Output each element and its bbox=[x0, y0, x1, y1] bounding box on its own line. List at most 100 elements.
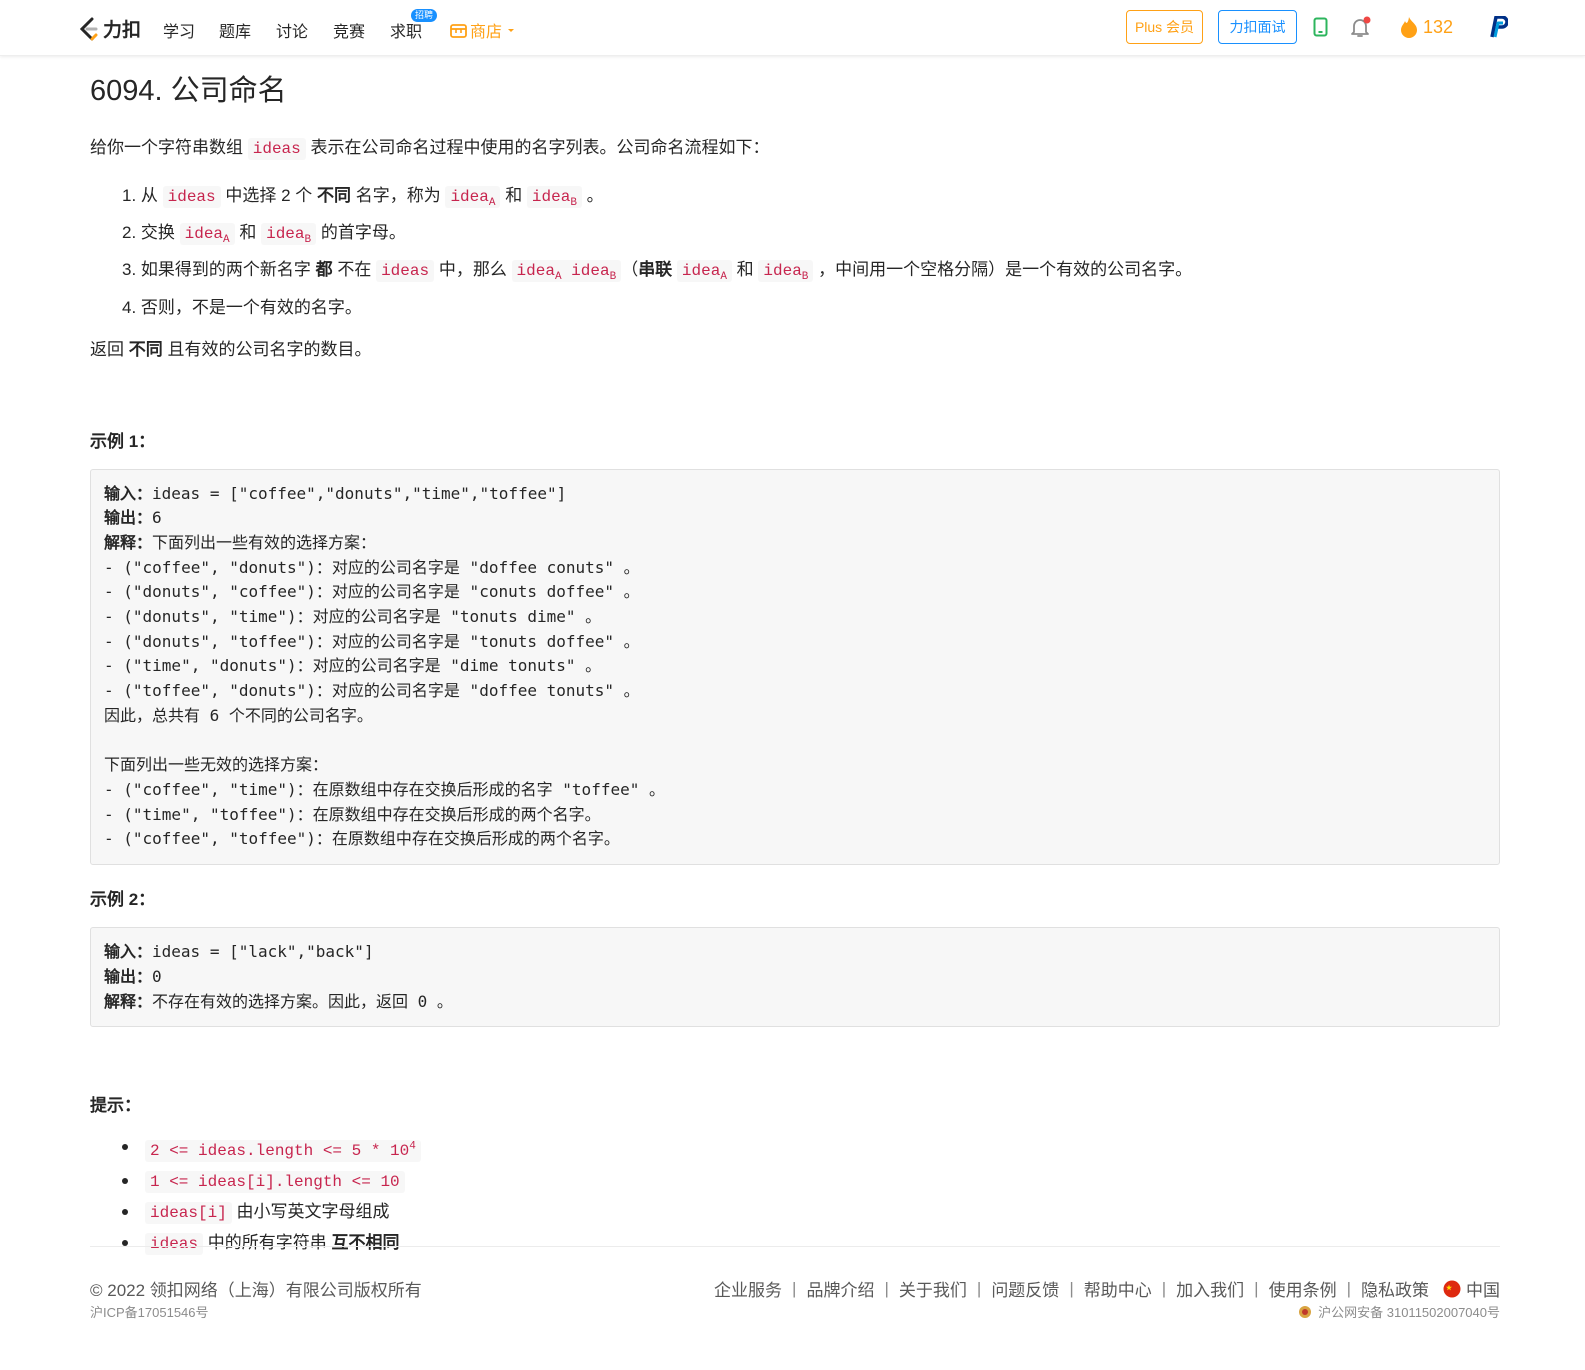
code-sub: A bbox=[720, 271, 727, 284]
leetcode-logo[interactable]: 力扣 bbox=[78, 15, 141, 42]
step-text: 。 bbox=[581, 186, 604, 205]
step-text: 2. 交换 bbox=[122, 223, 180, 243]
footer-link-brand[interactable]: 品牌介绍 bbox=[806, 1276, 874, 1301]
code-sub: A bbox=[488, 197, 496, 210]
store-icon bbox=[450, 23, 467, 38]
region-selector[interactable]: 中国 bbox=[1443, 1276, 1500, 1301]
nav-link-study[interactable]: 学习 bbox=[163, 18, 195, 42]
step-item: 4. 否则，不是一个有效的名字。 bbox=[122, 297, 362, 317]
hints-heading: 提示： bbox=[90, 1096, 141, 1116]
explain-label: 解释： bbox=[104, 532, 153, 552]
nav-link-discuss[interactable]: 讨论 bbox=[276, 18, 308, 42]
step-text: 中，那么 bbox=[434, 260, 512, 280]
nav-link-problemset[interactable]: 题库 bbox=[219, 18, 251, 42]
code-sub: A bbox=[223, 234, 230, 247]
return-text: 返回 bbox=[90, 339, 129, 359]
top-nav: 力扣 学习 题库 讨论 竞赛 求职 招聘 商店 Plus 会员 力扣面试 132 bbox=[0, 0, 1585, 56]
explain-line: - ("coffee", "donuts")：对应的公司名字是 "doffee … bbox=[104, 557, 640, 577]
inline-code: ideaA bbox=[676, 260, 732, 284]
footer-link-privacy[interactable]: 隐私政策 bbox=[1361, 1276, 1429, 1301]
footer-links: 企业服务 | 品牌介绍 | 关于我们 | 问题反馈 | 帮助中心 | 加入我们 | 使用条例… bbox=[714, 1276, 1500, 1301]
inline-code: ideaA ideaB bbox=[511, 260, 622, 284]
example-input: ideas = ["coffee","donuts","time","toffe… bbox=[152, 483, 567, 503]
input-label: 输入： bbox=[104, 483, 153, 503]
footer-link-enterprise[interactable]: 企业服务 bbox=[714, 1276, 782, 1301]
explain-line: 不存在有效的选择方案。因此，返回 0 。 bbox=[152, 991, 453, 1011]
fire-icon bbox=[1401, 17, 1417, 38]
interview-button[interactable]: 力扣面试 bbox=[1218, 10, 1297, 44]
explain-line: 因此，总共有 6 个不同的公司名字。 bbox=[104, 705, 373, 725]
explain-line: - ("donuts", "coffee")：对应的公司名字是 "conuts … bbox=[104, 582, 640, 602]
police-record-link[interactable]: 沪公网安备 31011502007040号 bbox=[1298, 1302, 1500, 1321]
code-sub: B bbox=[570, 197, 577, 210]
hint-item: 2 <= ideas.length <= 5 * 104 bbox=[90, 1132, 1500, 1165]
code-text: idea bbox=[763, 262, 802, 281]
footer-divider bbox=[90, 1246, 1500, 1247]
problem-content: 6094. 公司命名 给你一个字符串数组 ideas 表示在公司命名过程中使用的… bbox=[90, 70, 1500, 1259]
separator: | bbox=[1254, 1278, 1259, 1298]
hint-item: ideas 中的所有字符串 互不相同 bbox=[90, 1228, 1500, 1259]
footer-link-terms[interactable]: 使用条例 bbox=[1269, 1276, 1337, 1301]
footer-link-careers[interactable]: 加入我们 bbox=[1176, 1276, 1244, 1301]
explain-line: - ("donuts", "toffee")：对应的公司名字是 "tonuts … bbox=[104, 631, 640, 651]
hint-item: 1 <= ideas[i].length <= 10 bbox=[90, 1166, 1500, 1197]
code-sub: B bbox=[609, 271, 617, 284]
mobile-app-icon[interactable] bbox=[1313, 17, 1328, 42]
bold-text: 不同 bbox=[317, 186, 351, 205]
footer-link-feedback[interactable]: 问题反馈 bbox=[991, 1276, 1059, 1301]
example-2-block: 输入：ideas = ["lack","back"] 输出：0 解释：不存在有效… bbox=[90, 927, 1500, 1028]
bold-text: 都 bbox=[315, 260, 333, 280]
explain-line: 下面列出一些无效的选择方案： bbox=[104, 755, 329, 775]
nav-link-store[interactable]: 商店 bbox=[450, 18, 519, 42]
streak-counter[interactable]: 132 bbox=[1400, 16, 1453, 38]
footer-link-about[interactable]: 关于我们 bbox=[899, 1276, 967, 1301]
avatar[interactable] bbox=[1488, 15, 1509, 43]
hint-text: 由小写英文字母组成 bbox=[231, 1201, 390, 1221]
leetcode-logo-icon bbox=[79, 17, 98, 40]
code-text: idea bbox=[266, 225, 305, 244]
separator: | bbox=[1346, 1278, 1351, 1298]
naming-steps: 1. 从 ideas 中选择 2 个 不同 名字，称为 ideaA 和 idea… bbox=[90, 181, 1500, 322]
step-text: 3. 如果得到的两个新名字 bbox=[122, 260, 316, 280]
bold-text: 不同 bbox=[128, 339, 163, 359]
jobs-badge: 招聘 bbox=[411, 9, 438, 22]
icp-link[interactable]: 沪ICP备17051546号 bbox=[90, 1302, 209, 1321]
example-output: 0 bbox=[152, 966, 162, 986]
inline-code: ideas[i] bbox=[145, 1201, 232, 1224]
output-label: 输出： bbox=[104, 966, 153, 986]
step-text: 的首字母。 bbox=[316, 223, 406, 243]
hints-list: 2 <= ideas.length <= 5 * 104 1 <= ideas[… bbox=[90, 1132, 1500, 1258]
store-label: 商店 bbox=[470, 24, 503, 41]
plus-membership-button[interactable]: Plus 会员 bbox=[1126, 10, 1203, 44]
problem-title: 6094. 公司命名 bbox=[90, 75, 287, 107]
code-sub: B bbox=[801, 271, 809, 284]
intro-text: 给你一个字符串数组 bbox=[90, 138, 248, 157]
explain-line: 下面列出一些有效的选择方案： bbox=[152, 532, 377, 552]
chevron-down-icon bbox=[508, 29, 515, 32]
separator: | bbox=[1069, 1278, 1074, 1298]
example-1-block: 输入：ideas = ["coffee","donuts","time","to… bbox=[90, 468, 1500, 866]
code-text: idea bbox=[450, 188, 489, 206]
hint-item: ideas[i] 由小写英文字母组成 bbox=[90, 1197, 1500, 1228]
explain-line: - ("coffee", "toffee")：在原数组中存在交换后形成的两个名字… bbox=[104, 829, 620, 849]
example-input: ideas = ["lack","back"] bbox=[152, 942, 374, 962]
footer-link-help[interactable]: 帮助中心 bbox=[1084, 1276, 1152, 1301]
explain-line: - ("coffee", "time")：在原数组中存在交换后形成的名字 "to… bbox=[104, 780, 665, 799]
step-item: 3. 如果得到的两个新名字 都 不在 ideas 中，那么 ideaA idea… bbox=[122, 255, 1500, 292]
output-label: 输出： bbox=[104, 508, 153, 528]
explain-line: - ("donuts", "time")：对应的公司名字是 "tonuts di… bbox=[104, 607, 602, 627]
step-text: 1. 从 bbox=[122, 186, 163, 205]
inline-code: ideaB bbox=[526, 186, 582, 210]
explain-line: - ("toffee", "donuts")：对应的公司名字是 "doffee … bbox=[104, 681, 640, 701]
notification-bell-icon[interactable] bbox=[1349, 15, 1373, 44]
inline-code: ideas bbox=[145, 1232, 204, 1255]
bold-text: 串联 bbox=[638, 260, 673, 280]
code-sub: A bbox=[554, 271, 562, 284]
code-sup: 4 bbox=[409, 1140, 416, 1153]
code-sub: B bbox=[304, 234, 312, 247]
inline-code: 2 <= ideas.length <= 5 * 104 bbox=[145, 1139, 421, 1162]
inline-code: ideas bbox=[162, 186, 221, 208]
inline-code: ideaA bbox=[179, 223, 235, 247]
inline-code: ideaB bbox=[261, 223, 317, 247]
nav-link-contest[interactable]: 竞赛 bbox=[333, 18, 365, 42]
